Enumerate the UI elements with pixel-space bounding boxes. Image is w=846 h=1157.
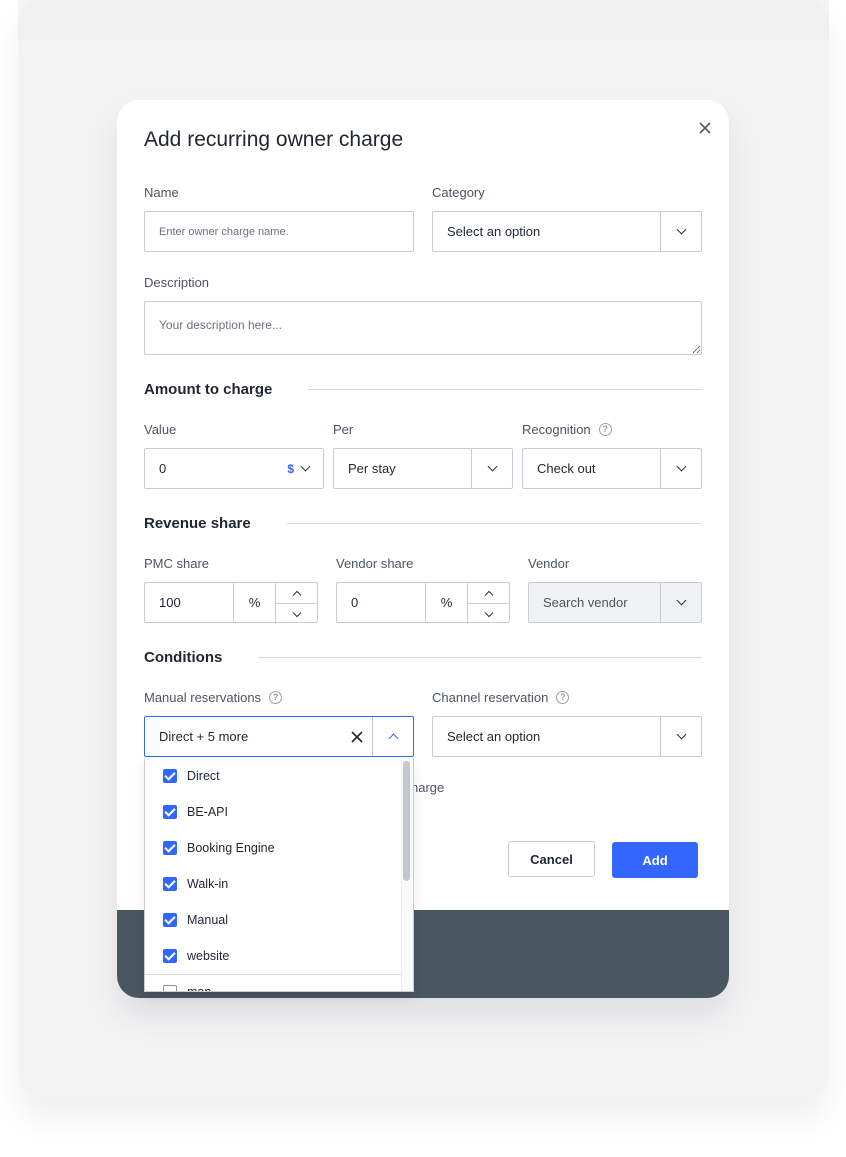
help-icon[interactable]: ?	[598, 423, 612, 436]
increment-button[interactable]	[468, 583, 509, 603]
help-icon[interactable]: ?	[556, 691, 570, 704]
help-icon[interactable]: ?	[269, 691, 283, 704]
chevron-down-icon[interactable]	[660, 717, 701, 756]
recognition-label: Recognition ?	[522, 422, 612, 437]
amount-heading: Amount to charge	[144, 381, 273, 398]
revenue-section-header: Revenue share	[144, 515, 702, 532]
percent-unit: %	[233, 583, 275, 622]
per-select[interactable]: Per stay	[333, 448, 513, 489]
checkbox-checked-icon[interactable]	[163, 769, 177, 783]
cancel-button[interactable]: Cancel	[508, 841, 595, 877]
clear-icon[interactable]	[342, 730, 372, 744]
divider	[308, 389, 702, 390]
manual-reservations-multiselect[interactable]: Direct + 5 more	[144, 716, 414, 757]
channel-reservation-select[interactable]: Select an option	[432, 716, 702, 757]
close-icon[interactable]	[695, 118, 715, 138]
pmc-share-stepper[interactable]: 100 %	[144, 582, 318, 624]
decrement-button[interactable]	[468, 603, 509, 624]
per-label: Per	[333, 422, 354, 437]
scrollbar-thumb[interactable]	[403, 761, 410, 881]
dropdown-option[interactable]: Booking Engine	[145, 830, 401, 866]
vendor-share-label: Vendor share	[336, 556, 414, 571]
category-select[interactable]: Select an option	[432, 211, 702, 252]
channel-reservation-label: Channel reservation ?	[432, 690, 570, 705]
divider	[258, 657, 702, 658]
dropdown-option[interactable]: BE-API	[145, 794, 401, 830]
checkbox-checked-icon[interactable]	[163, 949, 177, 963]
dropdown-option[interactable]: website	[145, 938, 401, 974]
vendor-select[interactable]: Search vendor	[528, 582, 702, 623]
chevron-down-icon[interactable]	[660, 212, 701, 251]
chevron-down-icon[interactable]	[471, 449, 512, 488]
name-label: Name	[144, 185, 179, 200]
description-textarea[interactable]	[144, 301, 702, 355]
vendor-value: Search vendor	[543, 595, 628, 610]
value-label: Value	[144, 422, 177, 437]
value-text: 0	[159, 461, 167, 476]
per-value: Per stay	[348, 461, 396, 476]
chevron-down-icon[interactable]	[660, 449, 701, 488]
checkbox-checked-icon[interactable]	[163, 805, 177, 819]
dropdown-option[interactable]: Walk-in	[145, 866, 401, 902]
dropdown-option[interactable]: Direct	[145, 758, 401, 794]
channel-reservation-value: Select an option	[447, 729, 541, 744]
manual-reservations-dropdown: Direct BE-API Booking Engine Walk-in Man…	[144, 758, 414, 992]
recognition-select[interactable]: Check out	[522, 448, 702, 489]
description-label: Description	[144, 275, 210, 290]
add-button[interactable]: Add	[612, 842, 698, 878]
vendor-share-value: 0	[351, 595, 359, 610]
checkbox-checked-icon[interactable]	[163, 877, 177, 891]
divider	[286, 523, 702, 524]
chevron-up-icon[interactable]	[372, 717, 413, 756]
value-input[interactable]: 0 $	[144, 448, 324, 489]
category-label: Category	[432, 185, 485, 200]
checkbox-unchecked-icon[interactable]	[163, 985, 177, 991]
checkbox-checked-icon[interactable]	[163, 841, 177, 855]
vendor-share-stepper[interactable]: 0 %	[336, 582, 510, 624]
percent-unit: %	[425, 583, 467, 622]
obscured-text: harge	[411, 780, 445, 795]
revenue-heading: Revenue share	[144, 515, 251, 532]
manual-reservations-value: Direct + 5 more	[159, 729, 249, 744]
manual-reservations-label: Manual reservations ?	[144, 690, 283, 705]
modal-title: Add recurring owner charge	[144, 128, 404, 151]
conditions-heading: Conditions	[144, 649, 223, 666]
name-field[interactable]: Enter owner charge name.	[144, 211, 414, 252]
conditions-section-header: Conditions	[144, 649, 702, 666]
checkbox-checked-icon[interactable]	[163, 913, 177, 927]
recognition-value: Check out	[537, 461, 596, 476]
pmc-share-label: PMC share	[144, 556, 210, 571]
chevron-down-icon[interactable]	[660, 583, 701, 622]
category-value: Select an option	[447, 224, 541, 239]
dropdown-option[interactable]: man	[145, 974, 401, 991]
chevron-down-icon[interactable]	[300, 461, 311, 472]
name-placeholder: Enter owner charge name.	[159, 225, 289, 238]
decrement-button[interactable]	[276, 603, 317, 624]
currency-symbol: $	[287, 461, 294, 476]
increment-button[interactable]	[276, 583, 317, 603]
amount-section-header: Amount to charge	[144, 381, 702, 398]
pmc-share-value: 100	[159, 595, 181, 610]
vendor-label: Vendor	[528, 556, 570, 571]
dropdown-option[interactable]: Manual	[145, 902, 401, 938]
